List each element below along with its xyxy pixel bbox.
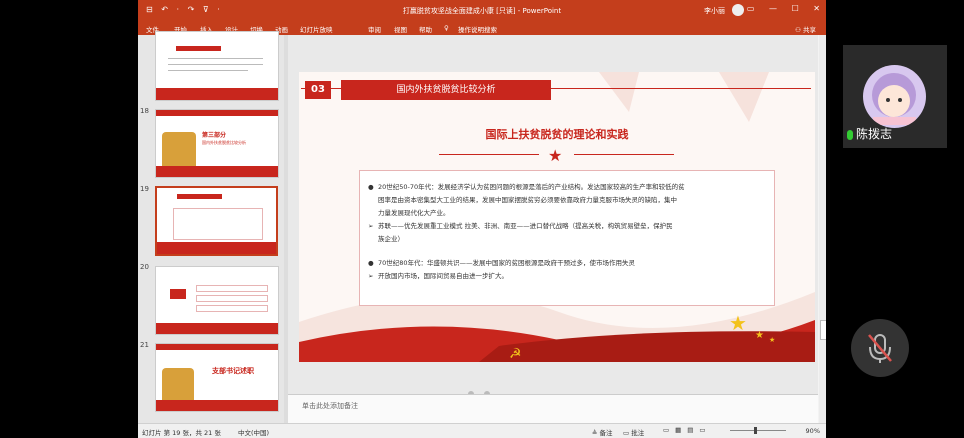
share-button[interactable]: ⚇ 共享 — [795, 24, 816, 34]
thumb-content-box — [173, 208, 263, 240]
zoom-level[interactable]: 90% — [806, 427, 820, 435]
slide-title: 国际上扶贫脱贫的理论和实践 — [485, 128, 629, 141]
close-button[interactable]: ✕ — [813, 4, 820, 13]
thumb-footer-wave — [156, 88, 278, 100]
thumb-row — [196, 305, 268, 312]
window-controls: ▭ — ☐ ✕ — [735, 4, 820, 13]
title-bar: ⊟ ↶ · ↷ ⊽ · 打赢脱贫攻坚战全面建成小康 [只读] - PowerPo… — [138, 0, 826, 21]
current-slide[interactable]: 03 国内外扶贫脱贫比较分析 国际上扶贫脱贫的理论和实践 ★ ● 20世纪50-7… — [299, 72, 815, 362]
thumb-text-line — [168, 58, 263, 59]
notes-pane[interactable]: 单击此处添加备注 — [288, 394, 818, 424]
lightbulb-icon: ♀ — [444, 24, 449, 32]
thumb-footer-wave — [156, 166, 278, 177]
thumb-text-line — [168, 70, 248, 71]
red-flag-wave: ☭ ★ ★ ★ — [299, 311, 815, 362]
thumb-subtitle: 国内外扶贫脱贫比较分析 — [202, 140, 246, 145]
main-scrollbar[interactable] — [819, 35, 826, 423]
title-rule-left — [439, 154, 539, 155]
bullet-line: 族企业） — [378, 235, 404, 243]
mic-on-icon — [847, 129, 853, 140]
thumb-row — [196, 285, 268, 292]
star-icon: ★ — [729, 311, 747, 335]
section-number: 03 — [305, 81, 331, 99]
section-title: 国内外扶贫脱贫比较分析 — [341, 80, 551, 100]
slide-edit-area: 03 国内外扶贫脱贫比较分析 国际上扶贫脱贫的理论和实践 ★ ● 20世纪50-7… — [288, 35, 818, 424]
scroll-thumb[interactable] — [820, 320, 826, 340]
zoom-slider-knob[interactable] — [754, 427, 757, 434]
bullet-line: ● 70世纪80年代：华盛顿共识——发展中国家的贫困根源是政府干预过多，使市场作用… — [368, 259, 636, 267]
notes-button[interactable]: ≜ 备注 — [592, 427, 613, 437]
tab-view[interactable]: 视图 — [394, 24, 407, 34]
participant-name: 陈拨志 — [856, 127, 893, 141]
minimize-button[interactable]: — — [769, 4, 777, 13]
slide-number-18: 18 — [140, 107, 149, 115]
thumb-red-block — [170, 289, 186, 299]
thumb-title: 支部书记述职 — [212, 367, 254, 375]
slide-thumbnail-19-selected[interactable] — [155, 186, 278, 256]
bullet-line: ● 20世纪50-70年代：发展经济学认为贫困问题的根源是落后的产业结构。发达国家… — [368, 183, 685, 191]
tab-review[interactable]: 审阅 — [368, 24, 381, 34]
ribbon-display-button[interactable]: ▭ — [747, 4, 755, 13]
participant-avatar — [863, 65, 926, 128]
bullet-line: ➢ 苏联——优先发展重工业模式 拉美、非洲、南亚——进口替代战略（提高关税，构筑贸… — [368, 222, 673, 230]
slide-number-19: 19 — [140, 185, 149, 193]
thumb-footer-wave — [156, 323, 278, 334]
thumb-row — [196, 295, 268, 302]
star-icon: ★ — [769, 336, 775, 344]
comments-button[interactable]: ▭ 批注 — [623, 427, 644, 437]
user-name[interactable]: 李小丽 — [704, 6, 725, 16]
tab-help[interactable]: 帮助 — [419, 24, 432, 34]
thumb-title: 第三部分 — [202, 132, 227, 139]
bullet-line: 力量发展现代化大产业。 — [378, 209, 450, 217]
mic-off-icon — [868, 334, 892, 363]
thumb-header-bar — [177, 194, 222, 199]
slide-number-21: 21 — [140, 341, 149, 349]
participant-video-tile[interactable]: 陈拨志 — [843, 45, 947, 148]
language-indicator[interactable]: 中文(中国) — [238, 427, 269, 437]
zoom-slider[interactable] — [730, 430, 786, 431]
slide-thumbnail-21[interactable]: 支部书记述职 — [155, 343, 279, 412]
maximize-button[interactable]: ☐ — [792, 4, 799, 13]
thumb-footer-wave — [157, 242, 276, 254]
party-emblem-icon: ☭ — [509, 346, 522, 362]
participant-name-label: 陈拨志 — [847, 125, 892, 142]
slide-info: 幻灯片 第 19 张，共 21 张 — [142, 429, 221, 437]
slide-number-20: 20 — [140, 263, 149, 271]
thumb-text-line — [168, 64, 263, 65]
share-label: 共享 — [803, 26, 816, 34]
slide-thumbnail-pane: 18 第三部分 国内外扶贫脱贫比较分析 19 20 21 支部书记述职 — [138, 31, 288, 423]
content-box: ● 20世纪50-70年代：发展经济学认为贫困问题的根源是落后的产业结构。发达国家… — [359, 170, 775, 306]
star-icon: ★ — [548, 146, 563, 165]
share-icon: ⚇ — [795, 26, 803, 34]
powerpoint-window: ⊟ ↶ · ↷ ⊽ · 打赢脱贫攻坚战全面建成小康 [只读] - PowerPo… — [138, 0, 826, 438]
thumb-top-band — [156, 344, 278, 350]
slide-thumbnail-18[interactable]: 第三部分 国内外扶贫脱贫比较分析 — [155, 109, 279, 178]
slide-thumbnail-17[interactable] — [155, 31, 279, 101]
thumb-top-band — [156, 110, 278, 116]
bullet-line: 困率是由资本密集型大工业的结果，发展中国家摆脱贫穷必须要依靠政府力量克服市场失灵… — [378, 196, 677, 204]
thumb-header-bar — [176, 46, 221, 51]
status-bar: 幻灯片 第 19 张，共 21 张 中文(中国) ≜ 备注 ▭ 批注 ▭▦▤▭ … — [138, 423, 826, 438]
bullet-line: ➢ 开放国内市场，国际间贸易自由进一步扩大。 — [368, 272, 508, 280]
view-buttons[interactable]: ▭▦▤▭ — [663, 426, 712, 434]
tab-slideshow[interactable]: 幻灯片放映 — [300, 24, 333, 34]
notes-placeholder[interactable]: 单击此处添加备注 — [302, 401, 358, 411]
thumb-footer-wave — [156, 400, 278, 411]
tell-me-search[interactable]: 操作说明搜索 — [458, 24, 497, 34]
mute-microphone-button[interactable] — [851, 319, 909, 377]
star-icon: ★ — [755, 330, 764, 341]
title-rule-right — [574, 154, 674, 155]
slide-thumbnail-20[interactable] — [155, 266, 279, 335]
